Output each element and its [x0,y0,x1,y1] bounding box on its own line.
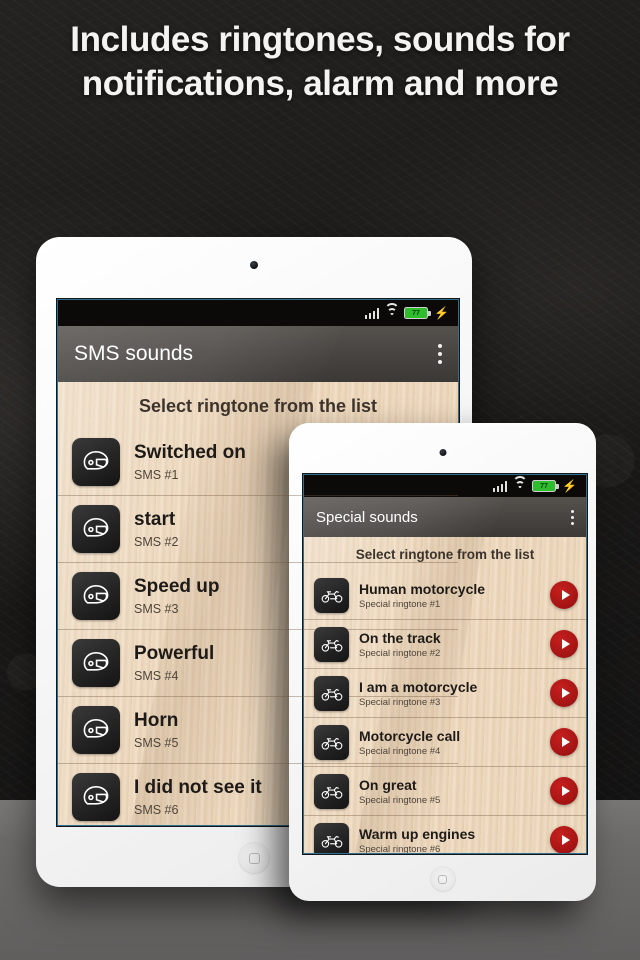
list-item-subtitle: SMS #1 [134,468,179,482]
list-item[interactable]: Switched on SMS #1 [58,429,458,496]
overflow-menu-icon[interactable] [571,508,574,526]
status-bar: 77 ⚡ [58,300,458,326]
list-item-subtitle: Special ringtone #1 [359,598,441,610]
list-item-text: Switched on SMS #1 [134,442,446,482]
list-item[interactable]: Motorcycle call Special ringtone #4 [304,718,586,767]
home-button[interactable] [239,843,269,873]
app-action-bar: SMS sounds [58,326,458,382]
motorcycle-icon [314,724,349,760]
list-item-text: Motorcycle call Special ringtone #4 [359,728,550,757]
list-item-text: On the track Special ringtone #2 [359,630,550,659]
helmet-icon [72,706,120,754]
list-item-title: Switched on [134,442,246,463]
app-title: SMS sounds [74,342,194,365]
front-camera-icon [250,261,258,269]
home-button[interactable] [430,867,455,891]
wifi-icon [512,476,528,492]
overflow-menu-icon[interactable] [438,342,442,366]
list-item-title: On the track [359,629,441,646]
battery-icon: 77 [532,480,559,492]
lightning-bolt-icon: ⚡ [562,479,577,493]
motorcycle-icon [314,577,349,613]
play-button[interactable] [550,679,578,707]
helmet-icon [72,639,120,687]
list-item-subtitle: Special ringtone #2 [359,647,441,659]
helmet-icon [72,572,120,620]
battery-level-label: 77 [412,309,420,317]
list-item-title: Motorcycle call [359,727,461,744]
play-button[interactable] [550,728,578,756]
signal-bars-icon [492,480,508,492]
ringtone-list-front: Select ringtone from the list Human moto… [304,537,586,853]
list-item-text: On great Special ringtone #5 [359,777,550,806]
play-button[interactable] [550,826,578,853]
list-item-title: Human motorcycle [359,580,486,597]
list-header-label: Select ringtone from the list [355,547,535,562]
battery-icon: 77 [404,307,431,319]
motorcycle-icon [314,773,349,809]
motorcycle-icon [314,626,349,662]
list-item-subtitle: Special ringtone #4 [359,745,441,757]
list-item[interactable]: On great Special ringtone #5 [304,767,586,816]
list-header-label: Select ringtone from the list [138,396,378,416]
list-item-subtitle: Special ringtone #3 [359,696,441,708]
lightning-bolt-icon: ⚡ [434,306,449,320]
play-button[interactable] [550,630,578,658]
helmet-icon [72,773,120,821]
list-item-title: I am a motorcycle [359,678,478,695]
helmet-icon [72,438,120,486]
list-item[interactable]: I am a motorcycle Special ringtone #3 [304,669,586,718]
list-item-text: Warm up engines Special ringtone #6 [359,826,550,854]
list-item-subtitle: Special ringtone #5 [359,794,441,806]
motorcycle-icon [314,675,349,711]
play-button[interactable] [550,777,578,805]
battery-level-label: 77 [540,482,548,490]
promo-headline: Includes ringtones, sounds for notificat… [70,20,570,104]
list-item[interactable]: Warm up engines Special ringtone #6 [304,816,586,853]
play-button[interactable] [550,581,578,609]
app-title: Special sounds [316,508,418,526]
motorcycle-icon [314,822,349,853]
helmet-icon [72,505,120,553]
list-item-text: Human motorcycle Special ringtone #1 [359,581,550,610]
signal-bars-icon [364,307,380,319]
list-item-subtitle: Special ringtone #6 [359,843,441,854]
wifi-icon [384,303,400,319]
list-item[interactable]: Human motorcycle Special ringtone #1 [304,571,586,620]
list-item-title: On great [359,776,417,793]
list-item-text: I am a motorcycle Special ringtone #3 [359,679,550,708]
list-item-title: Warm up engines [359,825,476,842]
list-item[interactable]: On the track Special ringtone #2 [304,620,586,669]
